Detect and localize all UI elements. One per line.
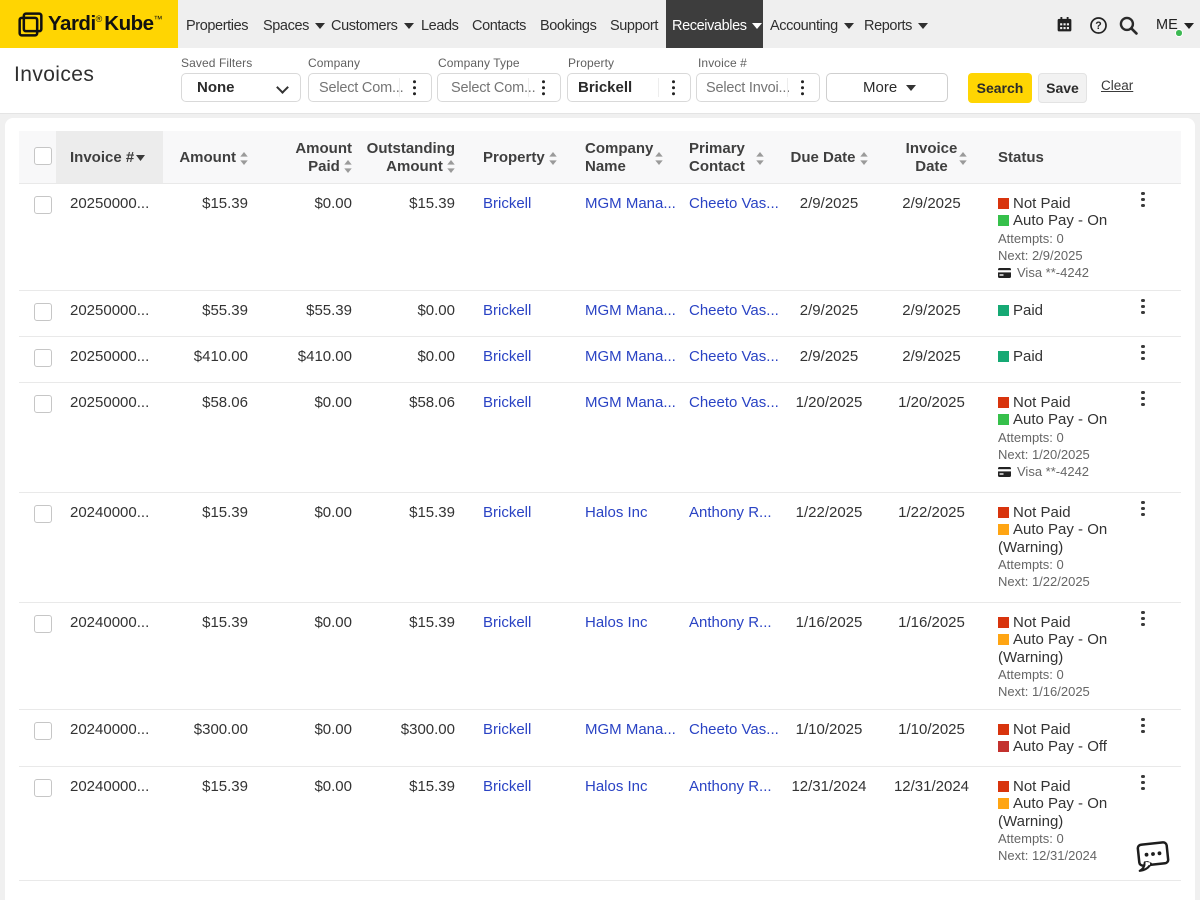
svg-text:?: ? <box>1095 20 1101 32</box>
